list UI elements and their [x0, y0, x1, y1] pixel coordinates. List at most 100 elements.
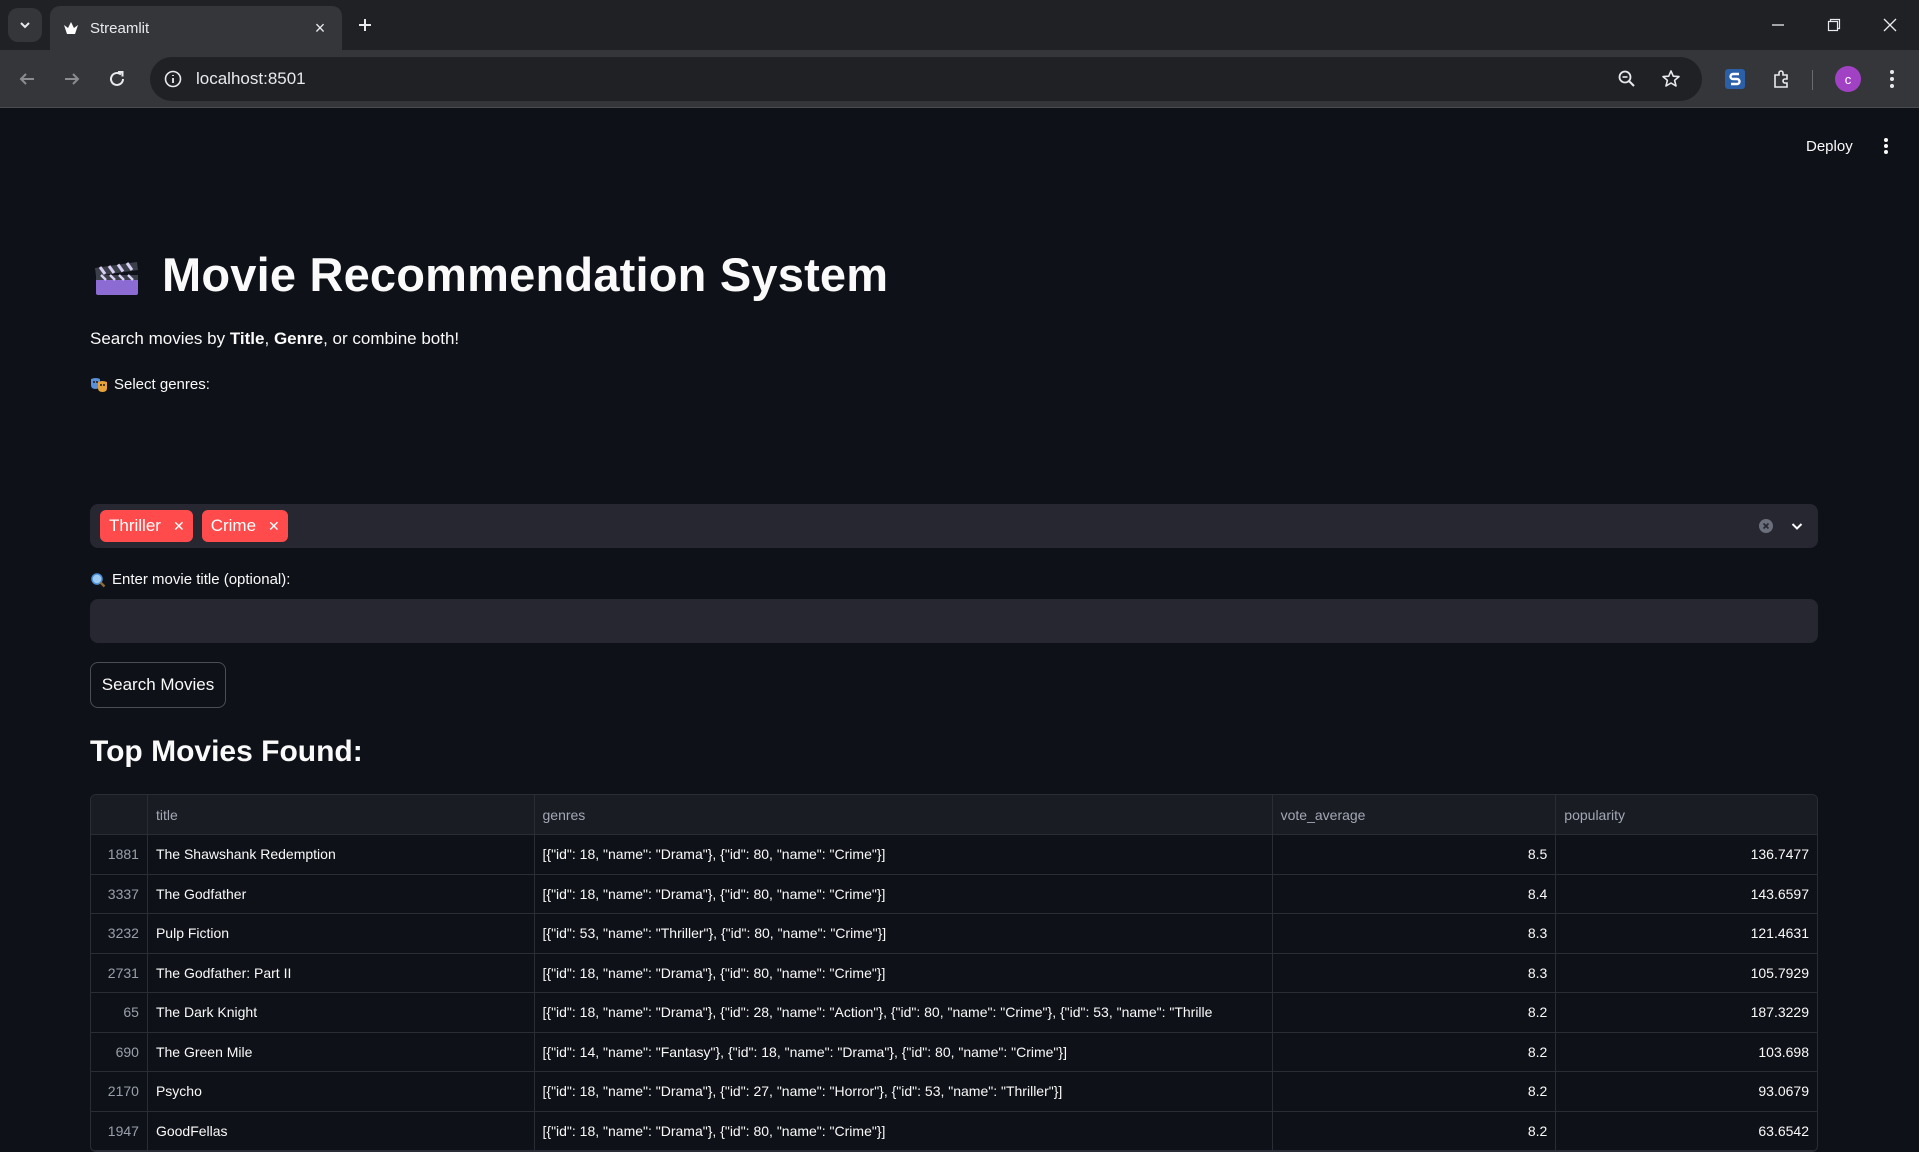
results-table[interactable]: title genres vote_average popularity 188…	[90, 794, 1818, 1152]
movie-title-input[interactable]	[90, 599, 1818, 643]
browser-menu-button[interactable]	[1875, 62, 1909, 96]
table-row[interactable]: 3232 Pulp Fiction [{"id": 53, "name": "T…	[91, 914, 1817, 954]
site-info-icon[interactable]	[164, 70, 182, 88]
subtitle-suffix: , or combine both!	[323, 329, 460, 348]
genres-cell[interactable]: [{"id": 18, "name": "Drama"}, {"id": 80,…	[535, 835, 1273, 874]
extensions-puzzle-icon[interactable]	[1764, 62, 1798, 96]
clear-all-icon[interactable]	[1758, 518, 1774, 534]
table-row[interactable]: 2170 Psycho [{"id": 18, "name": "Drama"}…	[91, 1072, 1817, 1112]
remove-chip-icon[interactable]: ✕	[268, 518, 280, 535]
vote-average-cell[interactable]: 8.2	[1273, 1032, 1557, 1071]
table-row[interactable]: 3337 The Godfather [{"id": 18, "name": "…	[91, 874, 1817, 914]
vote-average-cell[interactable]: 8.2	[1273, 1072, 1557, 1111]
table-row[interactable]: 1947 GoodFellas [{"id": 18, "name": "Dra…	[91, 1111, 1817, 1151]
remove-chip-icon[interactable]: ✕	[173, 518, 185, 535]
restore-icon	[1827, 18, 1841, 32]
vote-average-cell[interactable]: 8.3	[1273, 914, 1557, 953]
browser-tab-bar: Streamlit ×	[0, 0, 1919, 50]
bookmark-star-icon[interactable]	[1654, 62, 1688, 96]
table-row[interactable]: 690 The Green Mile [{"id": 14, "name": "…	[91, 1032, 1817, 1072]
genres-cell[interactable]: [{"id": 14, "name": "Fantasy"}, {"id": 1…	[535, 1032, 1273, 1071]
genres-cell[interactable]: [{"id": 18, "name": "Drama"}, {"id": 27,…	[535, 1072, 1273, 1111]
chevron-down-icon	[20, 22, 30, 29]
genre-chip-thriller: Thriller ✕	[100, 510, 193, 542]
genres-cell[interactable]: [{"id": 18, "name": "Drama"}, {"id": 80,…	[535, 1111, 1273, 1150]
title-cell[interactable]: Psycho	[148, 1072, 535, 1111]
genre-chip-label: Crime	[210, 516, 257, 535]
popularity-cell[interactable]: 143.6597	[1556, 875, 1817, 914]
new-tab-button[interactable]	[352, 12, 378, 38]
column-header-genres[interactable]: genres	[535, 795, 1273, 834]
plus-icon	[359, 19, 371, 31]
popularity-cell[interactable]: 63.6542	[1556, 1112, 1817, 1151]
deploy-button[interactable]: Deploy	[1796, 132, 1863, 160]
subtitle-prefix: Search movies by	[90, 329, 230, 348]
popularity-cell[interactable]: 187.3229	[1556, 993, 1817, 1032]
tab-search-button[interactable]	[8, 8, 42, 42]
popularity-cell[interactable]: 103.698	[1556, 1033, 1817, 1072]
genres-cell[interactable]: [{"id": 18, "name": "Drama"}, {"id": 80,…	[535, 874, 1273, 913]
row-index-cell: 1947	[91, 1111, 148, 1150]
vote-average-cell[interactable]: 8.2	[1273, 1111, 1557, 1150]
profile-button[interactable]: c	[1831, 62, 1865, 96]
back-button[interactable]	[10, 62, 44, 96]
vote-average-cell[interactable]: 8.5	[1273, 835, 1557, 874]
genres-cell[interactable]: [{"id": 53, "name": "Thriller"}, {"id": …	[535, 914, 1273, 953]
search-movies-button[interactable]: Search Movies	[90, 662, 226, 708]
vote-average-cell[interactable]: 8.3	[1273, 953, 1557, 992]
vote-average-cell[interactable]: 8.2	[1273, 993, 1557, 1032]
forward-button[interactable]	[55, 62, 89, 96]
title-cell[interactable]: Pulp Fiction	[148, 914, 535, 953]
row-index-cell: 2731	[91, 953, 148, 992]
genres-multiselect[interactable]: Thriller ✕ Crime ✕	[90, 504, 1818, 548]
popularity-cell[interactable]: 121.4631	[1556, 914, 1817, 953]
column-header-popularity[interactable]: popularity	[1556, 795, 1817, 834]
page-title: Movie Recommendation System	[162, 247, 889, 301]
popularity-cell[interactable]: 136.7477	[1556, 835, 1817, 874]
address-bar[interactable]: localhost:8501	[150, 57, 1702, 101]
close-icon	[1883, 18, 1897, 32]
subtitle-title-keyword: Title	[229, 329, 265, 348]
close-window-button[interactable]	[1870, 8, 1910, 42]
table-row[interactable]: 1881 The Shawshank Redemption [{"id": 18…	[91, 835, 1817, 875]
avatar: c	[1835, 66, 1861, 92]
title-cell[interactable]: The Godfather	[148, 874, 535, 913]
chevron-down-icon[interactable]	[1790, 519, 1804, 533]
reload-button[interactable]	[100, 62, 134, 96]
table-row[interactable]: 2731 The Godfather: Part II [{"id": 18, …	[91, 953, 1817, 993]
genres-cell[interactable]: [{"id": 18, "name": "Drama"}, {"id": 80,…	[535, 953, 1273, 992]
row-index-cell: 690	[91, 1032, 148, 1071]
title-cell[interactable]: The Dark Knight	[148, 993, 535, 1032]
row-index-cell: 65	[91, 993, 148, 1032]
row-index-cell: 3337	[91, 874, 148, 913]
minimize-button[interactable]	[1758, 8, 1798, 42]
popularity-cell[interactable]: 93.0679	[1556, 1072, 1817, 1111]
kebab-menu-icon	[1884, 138, 1888, 154]
reload-icon	[110, 71, 124, 86]
genres-cell[interactable]: [{"id": 18, "name": "Drama"}, {"id": 28,…	[535, 993, 1273, 1032]
page-subtitle: Search movies by Title, Genre, or combin…	[90, 329, 459, 349]
column-header-index[interactable]	[91, 795, 148, 834]
arrow-left-icon	[19, 73, 34, 85]
title-cell[interactable]: The Godfather: Part II	[148, 953, 535, 992]
tab-title: Streamlit	[90, 19, 150, 37]
table-row[interactable]: 65 The Dark Knight [{"id": 18, "name": "…	[91, 993, 1817, 1033]
restore-button[interactable]	[1814, 8, 1854, 42]
extension-s-icon[interactable]	[1718, 62, 1752, 96]
genres-label-text: Select genres:	[114, 376, 210, 393]
title-cell[interactable]: The Green Mile	[148, 1032, 535, 1071]
kebab-menu-icon	[1890, 70, 1894, 88]
column-header-title[interactable]: title	[148, 795, 535, 834]
title-cell[interactable]: The Shawshank Redemption	[148, 835, 535, 874]
url-text[interactable]: localhost:8501	[196, 69, 1600, 89]
arrow-right-icon	[65, 73, 80, 85]
popularity-cell[interactable]: 105.7929	[1556, 954, 1817, 993]
zoom-icon[interactable]	[1610, 62, 1644, 96]
app-main-menu-button[interactable]	[1872, 132, 1900, 160]
performing-arts-icon	[91, 377, 107, 392]
browser-tab[interactable]: Streamlit ×	[50, 6, 342, 50]
close-tab-icon[interactable]: ×	[310, 18, 330, 38]
vote-average-cell[interactable]: 8.4	[1273, 874, 1557, 913]
column-header-vote-average[interactable]: vote_average	[1273, 795, 1557, 834]
title-cell[interactable]: GoodFellas	[148, 1111, 535, 1150]
